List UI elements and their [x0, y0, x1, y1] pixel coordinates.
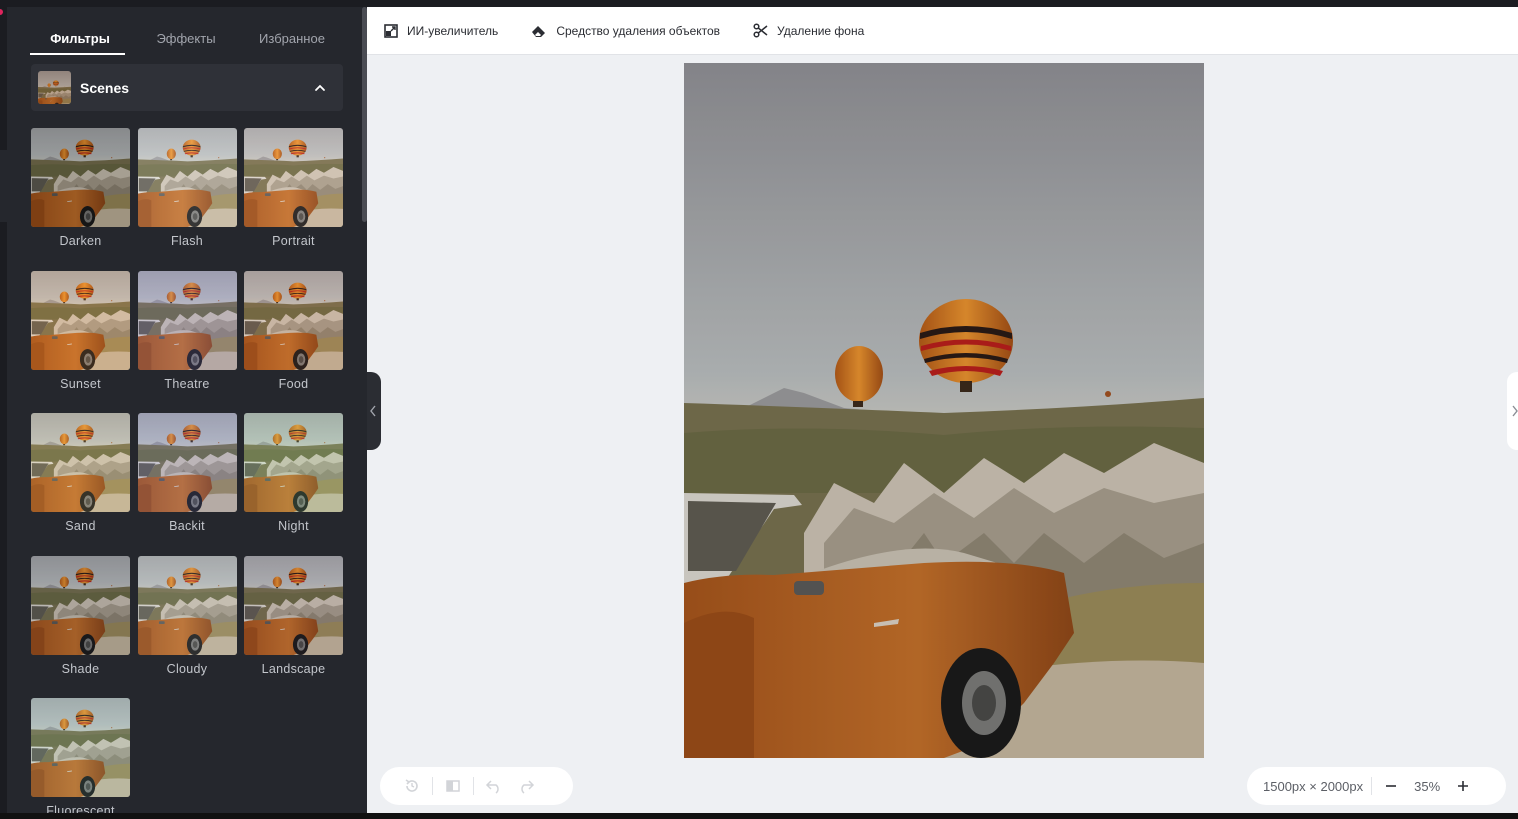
zoom-out-button[interactable] — [1376, 767, 1406, 805]
tools-toolbar: ИИ-увеличитель Средство удаления объекто… — [367, 7, 1518, 55]
scissors-icon — [753, 23, 768, 38]
filter-card[interactable]: Backit — [137, 413, 237, 533]
filter-thumbnail — [244, 270, 343, 370]
filter-card[interactable]: Food — [244, 270, 343, 391]
filter-thumbnail — [31, 413, 130, 512]
filter-card[interactable]: Landscape — [244, 555, 343, 676]
image-dimensions: 1500px × 2000px — [1263, 778, 1364, 794]
filters-sidebar: Фильтры Эффекты Избранное Scenes Darken F… — [7, 7, 367, 813]
filter-card[interactable]: Portrait — [244, 128, 343, 248]
scenes-section-header[interactable]: Scenes — [31, 64, 343, 111]
filter-thumbnail — [137, 128, 237, 227]
reset-icon — [405, 779, 418, 792]
filter-card[interactable]: Darken — [31, 128, 130, 248]
object-remover-label: Средство удаления объектов — [556, 23, 721, 38]
reset-button[interactable] — [396, 767, 428, 805]
filter-name: Night — [278, 519, 309, 533]
filter-name: Sand — [65, 519, 96, 533]
filter-name: Theatre — [164, 376, 210, 391]
filter-thumbnail — [244, 128, 343, 227]
filter-thumbnail — [137, 270, 237, 370]
scenes-section-title: Scenes — [80, 79, 130, 96]
undo-icon — [485, 780, 499, 794]
tab-filters[interactable]: Фильтры — [30, 25, 130, 55]
redo-icon — [521, 780, 535, 794]
background-remover-label: Удаление фона — [777, 23, 865, 38]
filter-name: Portrait — [272, 234, 315, 248]
chevron-right-icon — [1512, 405, 1518, 417]
history-controls — [380, 767, 573, 805]
history-divider — [473, 777, 474, 795]
eraser-icon — [532, 25, 546, 37]
zoom-in-button[interactable] — [1448, 767, 1478, 805]
object-remover-button[interactable]: Средство удаления объектов — [531, 24, 720, 38]
filter-name: Flash — [170, 234, 204, 248]
filter-name: Sunset — [60, 376, 101, 391]
editor-canvas-area: ИИ-увеличитель Средство удаления объекто… — [367, 7, 1518, 813]
filter-thumbnail — [31, 128, 130, 227]
filter-thumbnail — [137, 413, 237, 512]
filter-card[interactable]: Shade — [31, 555, 130, 676]
filter-card[interactable]: Cloudy — [137, 555, 237, 676]
left-rail-edge — [0, 150, 7, 222]
filter-thumbnail — [244, 413, 343, 512]
chevron-left-icon — [370, 405, 376, 417]
filter-name: Food — [278, 376, 309, 391]
filter-thumbnail — [31, 555, 130, 655]
filter-thumbnail — [31, 698, 130, 797]
window-top-strip — [0, 0, 1518, 7]
ai-upscale-label: ИИ-увеличитель — [407, 23, 499, 38]
redo-button[interactable] — [510, 767, 542, 805]
undo-button[interactable] — [478, 767, 510, 805]
edited-photo[interactable] — [684, 63, 1204, 758]
compare-button[interactable] — [437, 767, 469, 805]
history-divider — [432, 777, 433, 795]
filter-name: Backit — [169, 519, 205, 533]
zoom-level: 35% — [1414, 778, 1441, 794]
expand-right-panel-button[interactable] — [1507, 372, 1518, 450]
minus-icon — [1386, 785, 1397, 787]
filter-thumbnail — [137, 555, 237, 655]
filter-name: Darken — [59, 234, 102, 248]
chevron-up-icon — [315, 84, 325, 91]
plus-icon — [1458, 781, 1469, 791]
background-remover-button[interactable]: Удаление фона — [753, 23, 864, 38]
filter-card[interactable]: Sand — [31, 413, 130, 533]
filter-name: Landscape — [261, 661, 326, 676]
ai-upscale-icon — [384, 23, 398, 38]
zoom-controls: 1500px × 2000px 35% — [1247, 767, 1506, 805]
filter-thumbnail — [244, 555, 343, 655]
window-bottom-strip — [0, 813, 1518, 819]
filter-card[interactable]: Sunset — [31, 270, 130, 391]
filter-name: Shade — [61, 661, 100, 676]
filter-card[interactable]: Night — [244, 413, 343, 533]
filter-card[interactable]: Theatre — [137, 270, 237, 391]
filter-name: Fluorescent — [46, 804, 115, 813]
notification-dot — [0, 9, 3, 15]
filter-card[interactable]: Fluorescent — [31, 698, 130, 813]
sidebar-tabs: Фильтры Эффекты Избранное — [30, 25, 342, 55]
filter-name: Cloudy — [166, 661, 208, 676]
filter-thumbnail — [31, 270, 130, 370]
scenes-thumbnail — [38, 71, 71, 104]
tab-favorites[interactable]: Избранное — [242, 25, 342, 55]
zoom-divider — [1371, 777, 1373, 795]
collapse-sidebar-button[interactable] — [367, 372, 381, 450]
filter-card[interactable]: Flash — [137, 128, 237, 248]
ai-upscale-button[interactable]: ИИ-увеличитель — [384, 24, 498, 38]
tab-effects[interactable]: Эффекты — [130, 25, 242, 55]
compare-icon — [446, 780, 460, 792]
